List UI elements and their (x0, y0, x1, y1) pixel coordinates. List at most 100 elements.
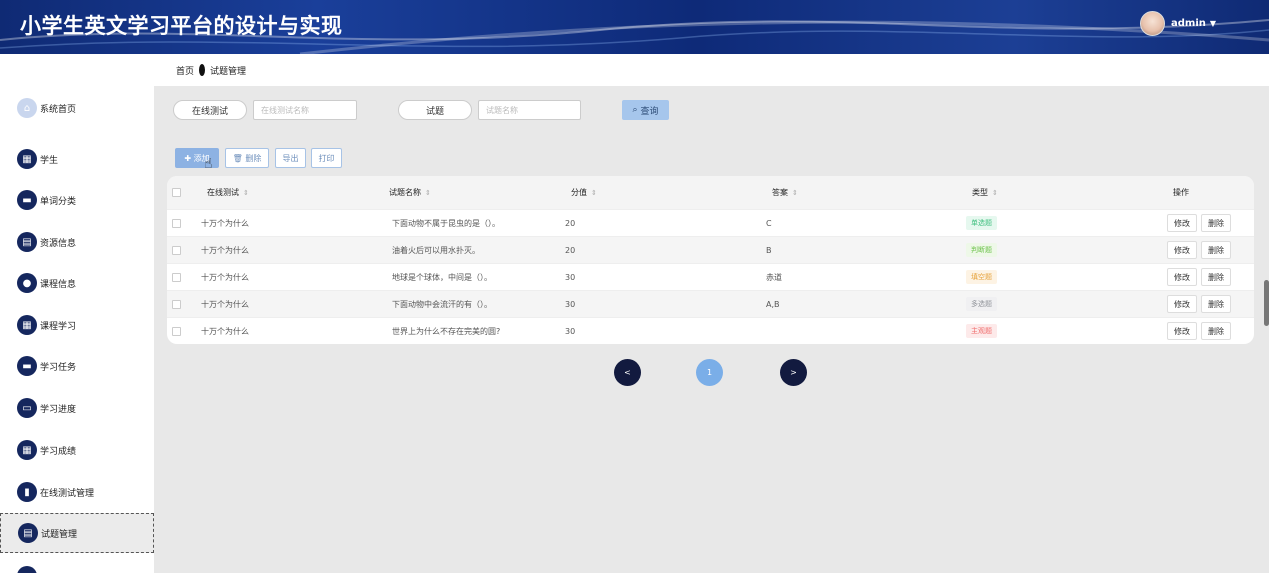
main-content: 在线测试 在线测试名称 试题 试题名称 ⌕ 查询 ✚ 添加 ☝ 🗑 删除 导出 … (154, 86, 1269, 573)
search-icon: ⌕ (632, 105, 641, 115)
sidebar-item-label: 课程学习 (40, 321, 77, 332)
edit-button[interactable]: 修改 (1167, 268, 1197, 286)
search-button[interactable]: ⌕ 查询 (622, 100, 669, 120)
user-name[interactable]: admin (1171, 18, 1206, 29)
row-checkbox[interactable] (172, 299, 181, 309)
trash-icon: 🗑 (232, 153, 246, 163)
sidebar-item-word-categories[interactable]: ▬ 单词分类 (0, 180, 154, 220)
edit-button[interactable]: 修改 (1167, 322, 1197, 340)
sidebar-item-label: 单词分类 (40, 196, 77, 207)
export-button[interactable]: 导出 (275, 148, 306, 168)
question-filter-label: 试题 (398, 100, 472, 120)
sidebar-item-progress[interactable]: ▭ 学习进度 (0, 388, 154, 428)
breadcrumb-home[interactable]: 首页 (176, 64, 194, 77)
sort-icon: ⇕ (992, 188, 998, 197)
row-actions: 修改 删除 (1167, 241, 1235, 259)
row-delete-button[interactable]: 删除 (1201, 295, 1231, 313)
avatar[interactable] (1140, 10, 1165, 36)
cell-score: 30 (565, 326, 576, 336)
home-icon: ⌂ (17, 98, 37, 118)
user-icon: ● (17, 273, 37, 293)
cell-question: 下面动物中会流汗的有（）。 (392, 299, 492, 309)
search-button-label: 查询 (640, 106, 659, 117)
clipboard-icon: ▤ (17, 232, 37, 252)
sidebar-item-tasks[interactable]: ▬ 学习任务 (0, 346, 154, 386)
row-checkbox[interactable] (172, 245, 181, 255)
briefcase-icon: ▬ (17, 190, 37, 210)
next-page-button[interactable]: > (780, 359, 807, 386)
test-filter-label: 在线测试 (173, 100, 247, 120)
clipboard-icon: ▤ (18, 523, 38, 543)
row-checkbox[interactable] (172, 218, 181, 228)
breadcrumb: 首页 试题管理 (154, 54, 1269, 86)
sidebar-item-label: 资源信息 (40, 238, 77, 249)
cell-test: 十万个为什么 (201, 245, 249, 255)
row-actions: 修改 删除 (1167, 268, 1235, 286)
header-score[interactable]: 分值 ⇕ (571, 187, 597, 198)
page-scrollbar[interactable] (1264, 280, 1269, 326)
breadcrumb-current: 试题管理 (210, 66, 247, 77)
sort-icon: ⇕ (792, 188, 798, 197)
edit-button[interactable]: 修改 (1167, 241, 1197, 259)
cell-test: 十万个为什么 (201, 326, 249, 336)
sidebar-item-label: 在线测试管理 (40, 488, 95, 499)
table-row: 十万个为什么 地球是个球体，中间是（）。 30 赤道 填空题 修改 删除 (167, 263, 1254, 290)
type-badge: 填空题 (966, 270, 997, 284)
sidebar-item-online-tests[interactable]: ▮ 在线测试管理 (0, 472, 154, 512)
cell-score: 30 (565, 299, 576, 309)
row-delete-button[interactable]: 删除 (1201, 268, 1231, 286)
app-title: 小学生英文学习平台的设计与实现 (20, 14, 343, 38)
select-all-checkbox[interactable] (172, 188, 181, 197)
row-delete-button[interactable]: 删除 (1201, 214, 1231, 232)
row-checkbox[interactable] (172, 272, 181, 282)
chevron-down-icon[interactable]: ▼ (1210, 19, 1216, 28)
monitor-icon: ▭ (17, 398, 37, 418)
grid-icon (17, 566, 37, 573)
sidebar-item-grades[interactable]: ▦ 学习成绩 (0, 430, 154, 470)
sidebar-item-courses[interactable]: ● 课程信息 (0, 263, 154, 303)
sidebar-item-students[interactable]: ▦ 学生 (0, 139, 154, 179)
row-delete-button[interactable]: 删除 (1201, 322, 1231, 340)
edit-button[interactable]: 修改 (1167, 295, 1197, 313)
header-question[interactable]: 试题名称 ⇕ (389, 187, 431, 198)
question-name-input[interactable]: 试题名称 (478, 100, 581, 120)
cell-test: 十万个为什么 (201, 299, 249, 309)
sidebar-item-partial[interactable] (0, 556, 154, 573)
header-test[interactable]: 在线测试 ⇕ (207, 187, 249, 198)
cell-answer: A,B (766, 299, 780, 309)
header-answer[interactable]: 答案 ⇕ (772, 187, 798, 198)
sidebar-item-course-study[interactable]: ▦ 课程学习 (0, 305, 154, 345)
row-delete-button[interactable]: 删除 (1201, 241, 1231, 259)
sidebar-item-label: 学习任务 (40, 362, 77, 373)
cell-score: 30 (565, 272, 576, 282)
sidebar-item-label: 学习进度 (40, 404, 77, 415)
cell-test: 十万个为什么 (201, 218, 249, 228)
table-body: 十万个为什么 下面动物不属于昆虫的是（）。 20 C 单选题 修改 删除 十万个为什么 油着火后… (167, 209, 1254, 344)
chat-icon: ▬ (17, 356, 37, 376)
sidebar-item-questions[interactable]: ▤ 试题管理 (0, 513, 154, 553)
row-actions: 修改 删除 (1167, 214, 1235, 232)
action-bar: ✚ 添加 ☝ 🗑 删除 导出 打印 (154, 148, 1269, 172)
sidebar-item-label: 课程信息 (40, 279, 77, 290)
cell-score: 20 (565, 218, 576, 228)
edit-button[interactable]: 修改 (1167, 214, 1197, 232)
cell-question: 世界上为什么不存在完美的圆? (392, 326, 501, 336)
cell-question: 下面动物不属于昆虫的是（）。 (392, 218, 500, 228)
prev-page-button[interactable]: < (614, 359, 641, 386)
current-page-button[interactable]: 1 (696, 359, 723, 386)
header-type[interactable]: 类型 ⇕ (972, 187, 998, 198)
sidebar-item-resources[interactable]: ▤ 资源信息 (0, 222, 154, 262)
grid-icon: ▦ (17, 149, 37, 169)
sort-icon: ⇕ (243, 188, 249, 197)
table-row: 十万个为什么 世界上为什么不存在完美的圆? 30 主观题 修改 删除 (167, 317, 1254, 344)
sidebar: ⌂ 系统首页 ▦ 学生 ▬ 单词分类 ▤ 资源信息 ● 课程信息 ▦ 课程学习 … (0, 86, 154, 573)
row-checkbox[interactable] (172, 326, 181, 336)
delete-button[interactable]: 🗑 删除 (225, 148, 269, 168)
sidebar-item-home[interactable]: ⌂ 系统首页 (0, 88, 154, 128)
user-menu[interactable]: admin ▼ (1140, 10, 1216, 36)
cell-test: 十万个为什么 (201, 272, 249, 282)
top-header: 小学生英文学习平台的设计与实现 admin ▼ (0, 0, 1269, 54)
table-row: 十万个为什么 油着火后可以用水扑灭。 20 B 判断题 修改 删除 (167, 236, 1254, 263)
print-button[interactable]: 打印 (311, 148, 342, 168)
test-name-input[interactable]: 在线测试名称 (253, 100, 357, 120)
